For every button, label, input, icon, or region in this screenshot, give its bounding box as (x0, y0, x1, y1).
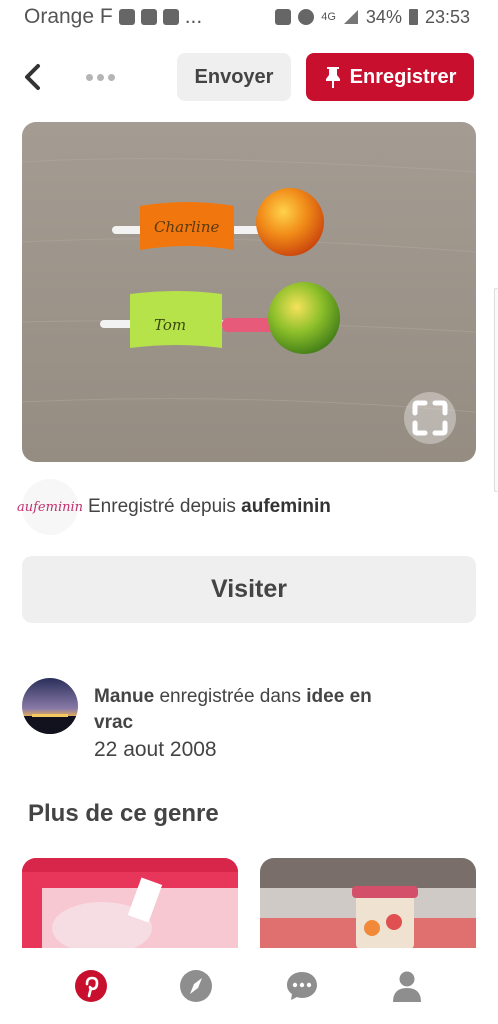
expand-icon (412, 400, 448, 436)
battery-percent: 34% (365, 6, 402, 27)
related-pin-card[interactable] (260, 858, 476, 950)
battery-icon (408, 9, 418, 25)
pin-header: Envoyer Enregistrer (0, 50, 498, 104)
nfc-icon (275, 9, 292, 25)
chat-bubble-icon (286, 972, 317, 1000)
send-button[interactable]: Envoyer (177, 53, 291, 101)
more-like-this-title: Plus de ce genre (28, 800, 219, 827)
bottom-navigation (0, 948, 498, 1024)
back-button[interactable] (18, 62, 46, 92)
scrollbar[interactable] (494, 288, 498, 492)
pushpin-icon (325, 67, 340, 88)
saved-date: 22 aout 2008 (94, 738, 217, 761)
nav-messages[interactable] (282, 966, 322, 1006)
more-notifications-label: ... (184, 5, 203, 28)
status-left: Orange F ... (24, 5, 202, 29)
visit-button[interactable]: Visiter (22, 556, 476, 623)
dot-icon (85, 73, 93, 81)
source-attribution[interactable]: aufeminin Enregistré depuis aufeminin (17, 479, 476, 535)
status-bar: Orange F ... 4G 34% 23:53 (0, 0, 498, 34)
source-text: Enregistré depuis aufeminin (88, 496, 331, 518)
saver-info: Manue enregistrée dans idee en vrac 22 a… (22, 678, 476, 768)
network-label: 4G (321, 11, 336, 23)
shuffle-notification-icon (118, 9, 135, 25)
carrier-label: Orange F (24, 5, 113, 28)
status-right: 4G 34% 23:53 (275, 7, 470, 28)
profile-icon (393, 971, 422, 1002)
source-avatar[interactable]: aufeminin (17, 479, 83, 535)
related-pin-image (260, 858, 476, 950)
compass-icon (180, 970, 213, 1002)
nav-explore[interactable] (176, 966, 216, 1006)
pinterest-home-icon (74, 970, 107, 1002)
related-pin-card[interactable] (22, 858, 238, 950)
source-name[interactable]: aufeminin (241, 496, 331, 517)
source-prefix: Enregistré depuis (88, 496, 242, 517)
saver-avatar[interactable] (22, 678, 78, 734)
nav-profile[interactable] (387, 966, 427, 1006)
saver-name[interactable]: Manue (94, 686, 154, 707)
dot-icon (96, 73, 104, 81)
pin-image[interactable]: Charline Tom (22, 122, 476, 462)
image-notification-icon (140, 9, 157, 25)
mute-icon (298, 9, 315, 25)
card-name-tag-2: Tom (154, 316, 186, 334)
back-arrow-icon (25, 64, 40, 90)
card-name-tag-1: Charline (154, 218, 220, 236)
related-pin-image (22, 858, 238, 950)
saver-text: Manue enregistrée dans idee en vrac (94, 684, 414, 736)
sunset-avatar-image (22, 678, 78, 734)
clock: 23:53 (424, 6, 470, 27)
saver-action: enregistrée dans (154, 686, 307, 707)
signal-icon (343, 10, 358, 24)
save-button-label: Enregistrer (349, 65, 457, 88)
more-options-button[interactable] (80, 66, 120, 88)
fullscreen-button[interactable] (404, 392, 456, 444)
nav-home[interactable] (71, 966, 111, 1006)
save-button[interactable]: Enregistrer (306, 53, 474, 101)
dot-icon (107, 73, 115, 81)
smiley-notification-icon (162, 9, 179, 25)
